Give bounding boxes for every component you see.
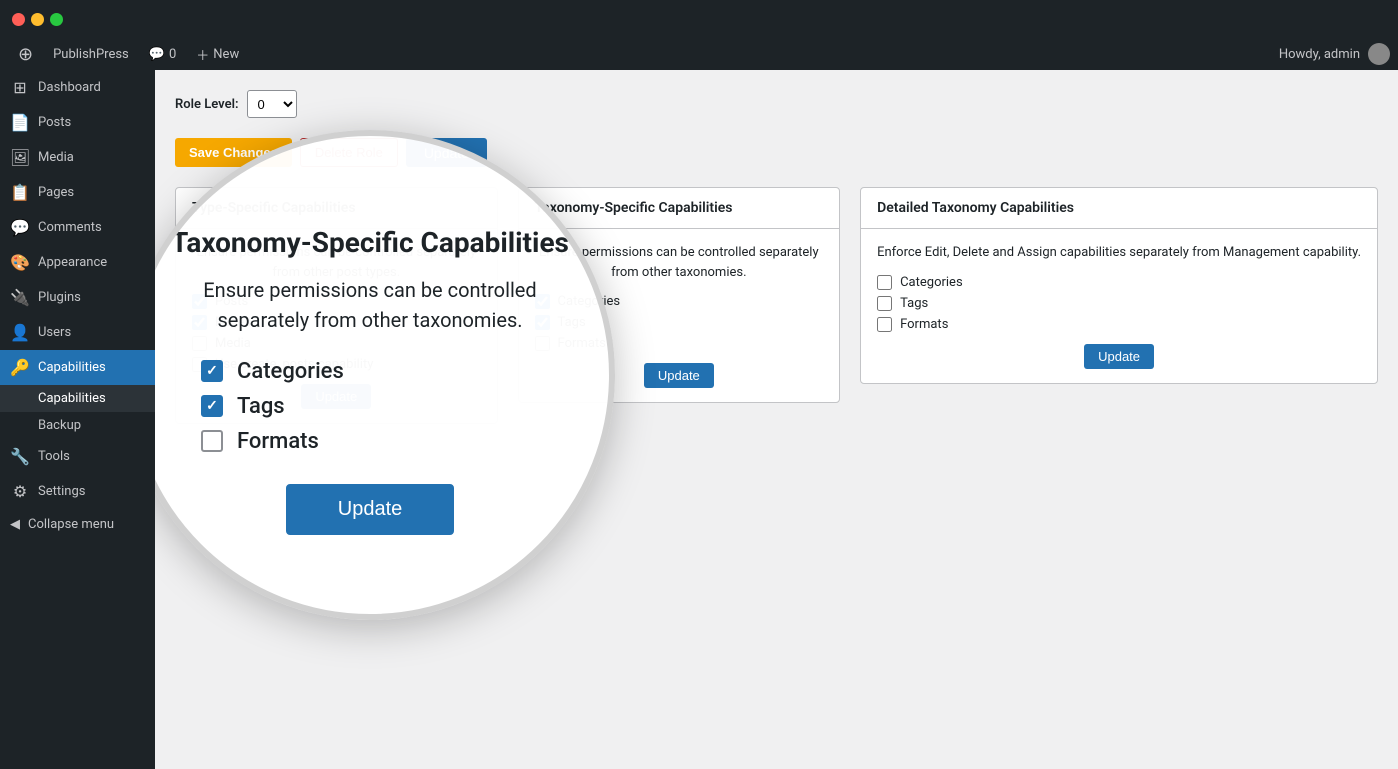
new-label: New xyxy=(213,47,239,62)
content-area: Role Level: 0 1 2 Save Changes Delete Ro… xyxy=(155,70,1398,769)
site-name-link[interactable]: PublishPress xyxy=(43,38,139,70)
sidebar-sub-capabilities[interactable]: Capabilities xyxy=(0,385,155,412)
magnify-update-button[interactable]: Update xyxy=(286,484,455,535)
sidebar-item-pages[interactable]: 📋 Pages xyxy=(0,175,155,210)
magnify-btn-row: Update xyxy=(286,484,455,535)
sidebar-label-capabilities: Capabilities xyxy=(38,360,106,375)
magnify-categories-label: Categories xyxy=(237,359,344,384)
sidebar: ⊞ Dashboard 📄 Posts 🖼 Media 📋 Pages 💬 Co… xyxy=(0,70,155,769)
main-layout: ⊞ Dashboard 📄 Posts 🖼 Media 📋 Pages 💬 Co… xyxy=(0,70,1398,769)
plugins-icon: 🔌 xyxy=(10,288,30,307)
sidebar-item-tools[interactable]: 🔧 Tools xyxy=(0,439,155,474)
magnify-tags-check-icon: ✓ xyxy=(206,398,218,414)
sidebar-label-tools: Tools xyxy=(38,449,70,464)
magnify-formats-row: Formats xyxy=(161,429,579,454)
magnify-tags-checkbox[interactable]: ✓ xyxy=(201,395,223,417)
comments-count: 0 xyxy=(169,47,176,62)
comments-icon: 💬 xyxy=(10,218,30,237)
settings-icon: ⚙ xyxy=(10,482,30,501)
detailed-taxonomy-card: Detailed Taxonomy Capabilities Enforce E… xyxy=(860,187,1378,384)
detailed-tags-checkbox[interactable] xyxy=(877,296,892,311)
role-level-label: Role Level: xyxy=(175,97,239,112)
magnify-title: Taxonomy-Specific Capabilities xyxy=(171,226,569,259)
close-button[interactable] xyxy=(12,13,25,26)
comments-link[interactable]: 💬 0 xyxy=(139,38,187,70)
sidebar-item-media[interactable]: 🖼 Media xyxy=(0,140,155,175)
minimize-button[interactable] xyxy=(31,13,44,26)
dashboard-icon: ⊞ xyxy=(10,78,30,97)
sidebar-sub-capabilities-label: Capabilities xyxy=(38,391,106,406)
detailed-taxonomy-body: Enforce Edit, Delete and Assign capabili… xyxy=(861,229,1377,383)
avatar xyxy=(1368,43,1390,65)
detailed-taxonomy-update-button[interactable]: Update xyxy=(1084,344,1154,369)
sidebar-item-plugins[interactable]: 🔌 Plugins xyxy=(0,280,155,315)
sidebar-label-posts: Posts xyxy=(38,115,71,130)
sidebar-item-users[interactable]: 👤 Users xyxy=(0,315,155,350)
collapse-icon: ◀ xyxy=(10,517,20,532)
collapse-menu[interactable]: ◀ Collapse menu xyxy=(0,509,155,540)
sidebar-sub-backup-label: Backup xyxy=(38,418,81,433)
detailed-formats-checkbox[interactable] xyxy=(877,317,892,332)
sidebar-label-appearance: Appearance xyxy=(38,255,107,270)
admin-bar: ⊕ PublishPress 💬 0 ＋ New Howdy, admin xyxy=(0,38,1398,70)
sidebar-label-plugins: Plugins xyxy=(38,290,81,305)
pages-icon: 📋 xyxy=(10,183,30,202)
magnify-formats-label: Formats xyxy=(237,429,319,454)
sidebar-item-comments[interactable]: 💬 Comments xyxy=(0,210,155,245)
detailed-taxonomy-description: Enforce Edit, Delete and Assign capabili… xyxy=(877,243,1361,263)
wp-logo-link[interactable]: ⊕ xyxy=(8,38,43,70)
appearance-icon: 🎨 xyxy=(10,253,30,272)
sidebar-label-settings: Settings xyxy=(38,484,85,499)
role-level-select[interactable]: 0 1 2 xyxy=(247,90,297,118)
detailed-formats-row: Formats xyxy=(877,317,1361,332)
magnify-tags-label: Tags xyxy=(237,394,285,419)
detailed-taxonomy-header: Detailed Taxonomy Capabilities xyxy=(861,188,1377,229)
magnify-categories-check-icon: ✓ xyxy=(206,363,218,379)
detailed-tags-label: Tags xyxy=(900,296,928,311)
admin-bar-right: Howdy, admin xyxy=(1279,43,1390,65)
detailed-formats-label: Formats xyxy=(900,317,948,332)
tools-icon: 🔧 xyxy=(10,447,30,466)
capabilities-icon: 🔑 xyxy=(10,358,30,377)
howdy-text: Howdy, admin xyxy=(1279,47,1360,62)
sidebar-item-posts[interactable]: 📄 Posts xyxy=(0,105,155,140)
detailed-categories-label: Categories xyxy=(900,275,963,290)
posts-icon: 📄 xyxy=(10,113,30,132)
detailed-tags-row: Tags xyxy=(877,296,1361,311)
magnify-tags-row: ✓ Tags xyxy=(161,394,579,419)
titlebar xyxy=(0,0,1398,38)
sidebar-label-dashboard: Dashboard xyxy=(38,80,101,95)
detailed-categories-checkbox[interactable] xyxy=(877,275,892,290)
sidebar-label-pages: Pages xyxy=(38,185,74,200)
collapse-label: Collapse menu xyxy=(28,517,114,532)
magnify-description: Ensure permissions can be controlled sep… xyxy=(161,275,579,335)
wp-logo-icon: ⊕ xyxy=(18,44,33,65)
magnify-formats-checkbox[interactable] xyxy=(201,430,223,452)
taxonomy-specific-card-header: Taxonomy-Specific Capabilities xyxy=(519,188,840,229)
sidebar-label-media: Media xyxy=(38,150,74,165)
sidebar-item-dashboard[interactable]: ⊞ Dashboard xyxy=(0,70,155,105)
users-icon: 👤 xyxy=(10,323,30,342)
sidebar-item-settings[interactable]: ⚙ Settings xyxy=(0,474,155,509)
maximize-button[interactable] xyxy=(50,13,63,26)
taxonomy-specific-update-button[interactable]: Update xyxy=(644,363,714,388)
detailed-taxonomy-update-row: Update xyxy=(877,344,1361,369)
sidebar-item-capabilities[interactable]: 🔑 Capabilities xyxy=(0,350,155,385)
magnify-categories-checkbox[interactable]: ✓ xyxy=(201,360,223,382)
sidebar-label-users: Users xyxy=(38,325,71,340)
traffic-lights xyxy=(12,13,63,26)
media-icon: 🖼 xyxy=(10,148,30,167)
plus-icon: ＋ xyxy=(196,45,209,64)
sidebar-item-appearance[interactable]: 🎨 Appearance xyxy=(0,245,155,280)
detailed-categories-row: Categories xyxy=(877,275,1361,290)
site-name-label: PublishPress xyxy=(53,47,129,62)
role-level-row: Role Level: 0 1 2 xyxy=(175,90,1378,118)
new-content-link[interactable]: ＋ New xyxy=(186,38,249,70)
sidebar-label-comments: Comments xyxy=(38,220,102,235)
comment-icon: 💬 xyxy=(149,47,165,62)
magnify-categories-row: ✓ Categories xyxy=(161,359,579,384)
sidebar-sub-backup[interactable]: Backup xyxy=(0,412,155,439)
